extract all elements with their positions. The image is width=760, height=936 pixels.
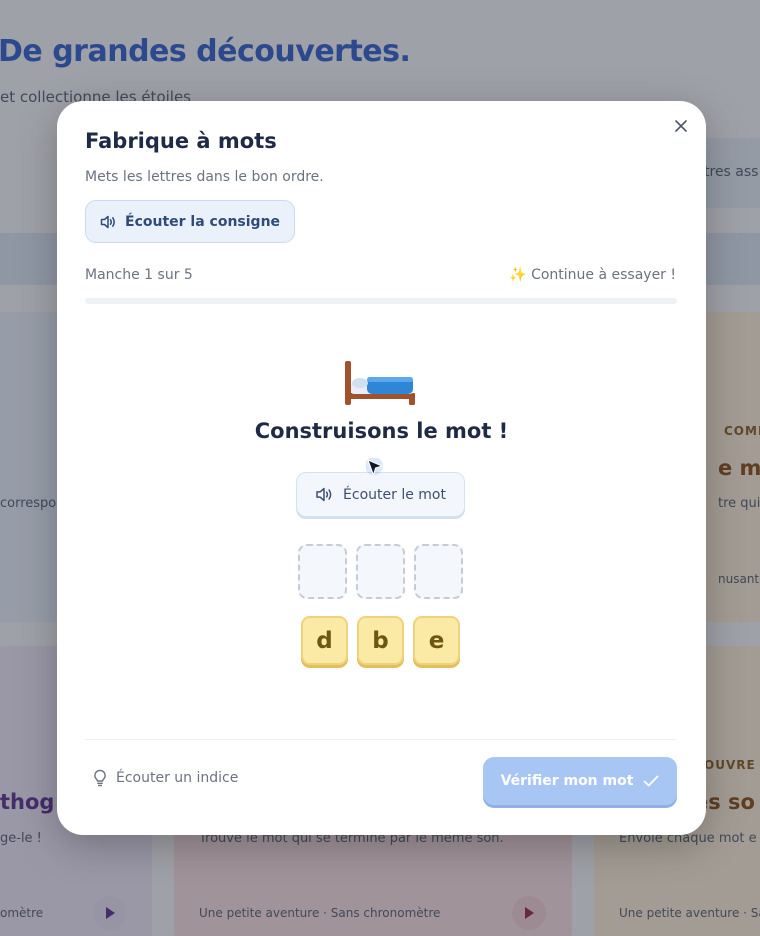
speaker-icon: [100, 215, 115, 228]
close-button[interactable]: [670, 115, 692, 137]
listen-instruction-label: Écouter la consigne: [125, 213, 281, 230]
listen-word-label: Écouter le mot: [343, 486, 446, 503]
letter-tile[interactable]: b: [357, 616, 404, 665]
bed-icon: [345, 361, 415, 405]
cursor-icon: [366, 458, 384, 477]
answer-slot[interactable]: [298, 544, 347, 599]
listen-instruction-button[interactable]: Écouter la consigne: [85, 200, 296, 243]
hint-button[interactable]: Écouter un indice: [93, 769, 238, 787]
dialog-subtitle: Mets les lettres dans le bon ordre.: [85, 169, 324, 185]
bulb-icon: [94, 769, 106, 787]
verify-label: Vérifier mon mot: [500, 773, 634, 789]
footer-divider: [85, 739, 677, 740]
letter-tile[interactable]: d: [301, 616, 348, 665]
verify-button[interactable]: Vérifier mon mot: [483, 757, 677, 805]
round-progress-bar: [85, 298, 677, 304]
answer-slot[interactable]: [414, 544, 463, 599]
prompt-heading: Construisons le mot !: [254, 419, 509, 443]
answer-slots: [298, 544, 463, 599]
close-icon: [675, 120, 687, 132]
round-counter: Manche 1 sur 5: [85, 267, 193, 283]
hint-label: Écouter un indice: [116, 770, 239, 786]
letter-tile[interactable]: e: [413, 616, 460, 665]
encouragement-text: ✨ Continue à essayer !: [509, 267, 676, 283]
speaker-icon: [316, 487, 332, 502]
check-icon: [644, 775, 659, 787]
letter-tiles: d b e: [301, 616, 460, 665]
dialog-title: Fabrique à mots: [85, 129, 277, 153]
answer-slot[interactable]: [356, 544, 405, 599]
